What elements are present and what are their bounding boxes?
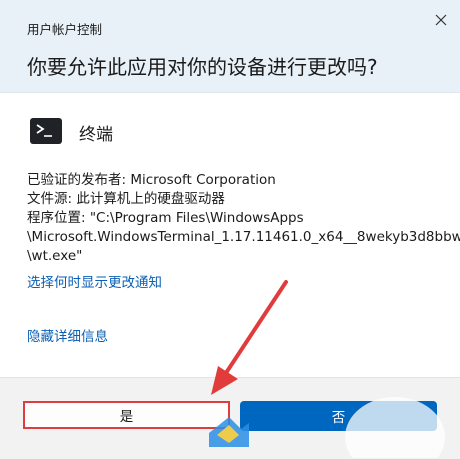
- notification-settings-link[interactable]: 选择何时显示更改通知: [27, 271, 162, 291]
- uac-dialog: 用户帐户控制 你要允许此应用对你的设备进行更改吗? 终端 已验证的发布者: Mi…: [0, 0, 460, 459]
- dialog-header: 用户帐户控制 你要允许此应用对你的设备进行更改吗?: [0, 0, 460, 93]
- dialog-question: 你要允许此应用对你的设备进行更改吗?: [27, 55, 378, 79]
- dialog-title: 用户帐户控制: [27, 22, 103, 37]
- yes-button[interactable]: 是: [23, 401, 230, 429]
- close-button[interactable]: [430, 9, 452, 31]
- close-icon: [435, 14, 447, 26]
- verified-publisher: 已验证的发布者: Microsoft Corporation: [27, 172, 276, 188]
- program-location-line-2: \Microsoft.WindowsTerminal_1.17.11461.0_…: [27, 229, 460, 245]
- program-location-line-1: 程序位置: "C:\Program Files\WindowsApps: [27, 210, 304, 226]
- hide-details-link[interactable]: 隐藏详细信息: [27, 325, 108, 345]
- details-block: 已验证的发布者: Microsoft Corporation 文件源: 此计算机…: [27, 171, 460, 266]
- program-location-line-3: \wt.exe": [27, 248, 83, 264]
- no-button[interactable]: 否: [240, 401, 437, 431]
- file-origin: 文件源: 此计算机上的硬盘驱动器: [27, 191, 225, 207]
- app-name: 终端: [79, 125, 113, 145]
- terminal-icon: [30, 118, 62, 144]
